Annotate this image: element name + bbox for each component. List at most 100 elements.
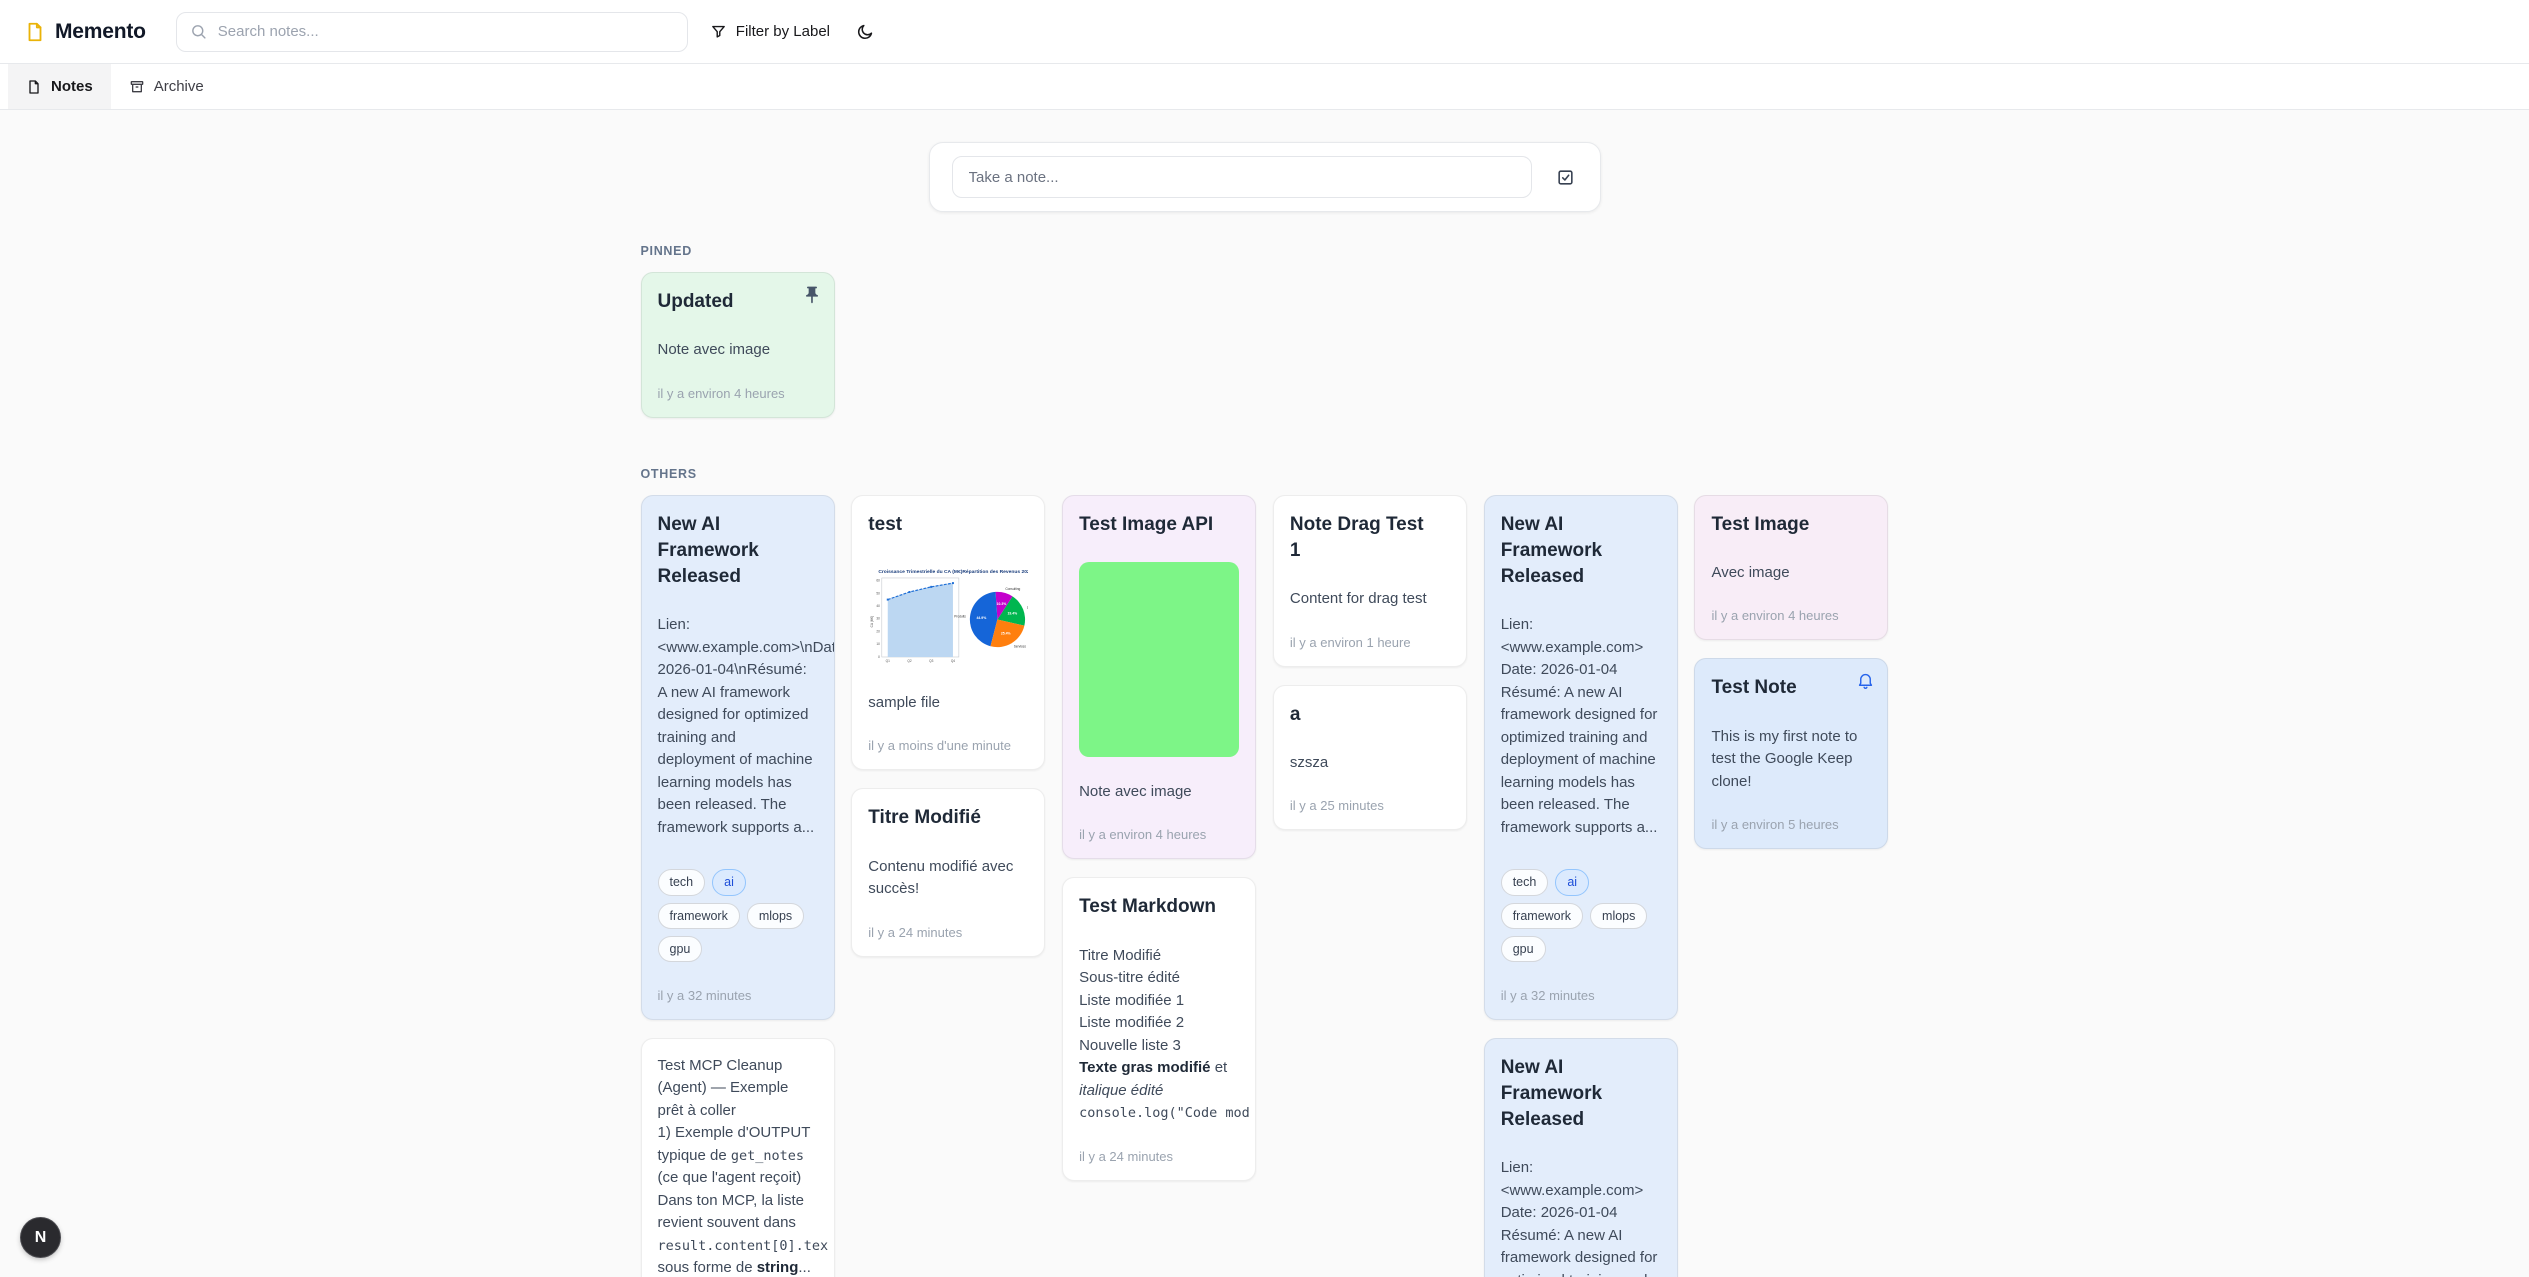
svg-text:Q4: Q4 [951,659,955,663]
tab-archive[interactable]: Archive [111,64,222,109]
note-card[interactable]: Test Image API Note avec image il y a envi… [1062,495,1256,860]
note-title: Test Image [1711,512,1871,538]
grid-column: Test Image Avec image il y a environ 4 heu… [1694,495,1888,849]
filter-by-label-button[interactable]: Filter by Label [710,23,830,40]
note-card[interactable]: Titre Modifié Contenu modifié avec succès… [851,788,1045,956]
note-image-charts: Croissance Trimestrielle du CA (M€)01020… [868,562,1028,670]
note-timestamp: il y a environ 4 heures [1079,827,1239,842]
tab-archive-label: Archive [154,78,204,95]
label-chip[interactable]: ai [712,869,746,895]
note-timestamp: il y a 32 minutes [1501,988,1661,1003]
note-card[interactable]: a szsza il y a 25 minutes [1273,685,1467,831]
note-title: New AI Framework Released [658,512,818,591]
note-body: szsza [1290,752,1450,775]
note-title: Test Note [1711,675,1871,701]
note-card[interactable]: New AI Framework ReleasedLien: <www.exam… [1484,495,1678,1020]
note-card[interactable]: UpdatedNote avec imageil y a environ 4 h… [641,272,835,418]
note-body: Lien: <www.example.com> Date: 2026-01-04… [1501,614,1661,839]
dark-mode-toggle[interactable] [856,23,874,41]
label-chip[interactable]: ai [1555,869,1589,895]
grid-column: New AI Framework Released Lien: <www.exam… [641,495,835,1277]
note-card[interactable]: Test Note This is my first note to test t… [1694,658,1888,849]
note-body: Titre Modifié Sous-titre édité Liste mod… [1079,945,1239,1125]
svg-text:Répartition des Revenus 2024: Répartition des Revenus 2024 [963,569,1029,575]
label-chip[interactable]: mlops [747,903,804,929]
note-timestamp: il y a 25 minutes [1290,798,1450,813]
note-labels: techai framework mlops gpu [1501,869,1661,961]
memento-logo-icon [24,21,46,43]
note-card[interactable]: New AI Framework ReleasedLien: <www.exam… [1484,1038,1678,1277]
svg-text:Q2: Q2 [908,659,912,663]
search-icon [190,23,207,40]
label-chip[interactable]: tech [1501,869,1549,895]
app-title: Memento [55,20,146,44]
search-box[interactable] [176,12,688,52]
note-card[interactable]: Test MarkdownTitre Modifié Sous-titre éd… [1062,877,1256,1180]
archive-box-icon [129,79,145,95]
svg-text:10: 10 [877,642,881,646]
notes-board: PINNED UpdatedNote avec imageil y a envi… [641,244,1889,1277]
note-body: Contenu modifié avec succès! [868,856,1028,901]
note-title: a [1290,702,1450,728]
note-title: Titre Modifié [868,805,1028,831]
notes-grid: New AI Framework Released Lien: <www.exam… [641,495,1889,1277]
svg-text:Q3: Q3 [929,659,933,663]
note-timestamp: il y a environ 4 heures [658,386,818,401]
new-checklist-button[interactable] [1546,157,1586,197]
note-body: Note avec image [1079,781,1239,804]
pinned-section-label: PINNED [641,244,1889,258]
note-timestamp: il y a environ 5 heures [1711,817,1871,832]
svg-text:19.4%: 19.4% [1008,612,1018,616]
note-body: Content for drag test [1290,588,1450,611]
avatar[interactable]: N [21,1218,60,1257]
note-body: Lien: <www.example.com>\nDate: 2026-01-0… [658,614,818,839]
note-card[interactable]: Note Drag Test 1Content for drag testil … [1273,495,1467,667]
note-file-icon [26,79,42,95]
check-square-icon [1556,168,1575,187]
label-chip[interactable]: framework [1501,903,1583,929]
pin-icon[interactable] [802,285,822,305]
tab-notes-label: Notes [51,78,93,95]
filter-by-label-text: Filter by Label [736,23,830,40]
svg-text:40: 40 [877,604,881,608]
label-chip[interactable]: mlops [1590,903,1647,929]
note-timestamp: il y a 32 minutes [658,988,818,1003]
tab-notes[interactable]: Notes [8,64,111,109]
note-card[interactable]: testCroissance Trimestrielle du CA (M€)0… [851,495,1045,771]
note-title: test [868,512,1028,538]
take-a-note-input[interactable] [952,156,1532,198]
grid-column: Test Image API Note avec image il y a envi… [1062,495,1256,1181]
label-chip[interactable]: framework [658,903,740,929]
main-content: PINNED UpdatedNote avec imageil y a envi… [0,142,2529,1277]
note-timestamp: il y a 24 minutes [868,925,1028,940]
svg-text:Q1: Q1 [886,659,890,663]
note-body: This is my first note to test the Google… [1711,726,1871,794]
svg-text:Produits: Produits [955,615,967,619]
svg-text:0: 0 [878,655,880,659]
label-chip[interactable]: tech [658,869,706,895]
note-body: sample file [868,692,1028,715]
svg-text:44.9%: 44.9% [977,616,987,620]
label-chip[interactable]: gpu [658,936,703,962]
note-card[interactable]: Test Image Avec image il y a environ 4 heu… [1694,495,1888,641]
svg-text:CA (M€): CA (M€) [870,616,874,628]
svg-text:20: 20 [877,629,881,633]
note-title: Test Image API [1079,512,1239,538]
svg-text:10.3%: 10.3% [997,602,1007,606]
search-input[interactable] [218,23,674,40]
note-timestamp: il y a 24 minutes [1079,1149,1239,1164]
note-timestamp: il y a environ 4 heures [1711,608,1871,623]
note-image-green [1079,562,1239,757]
svg-text:25.4%: 25.4% [1001,631,1011,635]
note-timestamp: il y a environ 1 heure [1290,635,1450,650]
note-body: Test MCP Cleanup (Agent) — Exemple prêt … [658,1055,818,1277]
reminder-bell-icon[interactable] [1856,671,1875,690]
app-header: Memento Filter by Label [0,0,2529,64]
note-body: Avec image [1711,562,1871,585]
label-chip[interactable]: gpu [1501,936,1546,962]
note-card[interactable]: Test MCP Cleanup (Agent) — Exemple prêt … [641,1038,835,1277]
note-timestamp: il y a moins d'une minute [868,738,1028,753]
note-labels: techai framework mlops gpu [658,869,818,961]
note-card[interactable]: New AI Framework Released Lien: <www.exam… [641,495,835,1020]
pinned-row: UpdatedNote avec imageil y a environ 4 h… [641,272,1889,418]
